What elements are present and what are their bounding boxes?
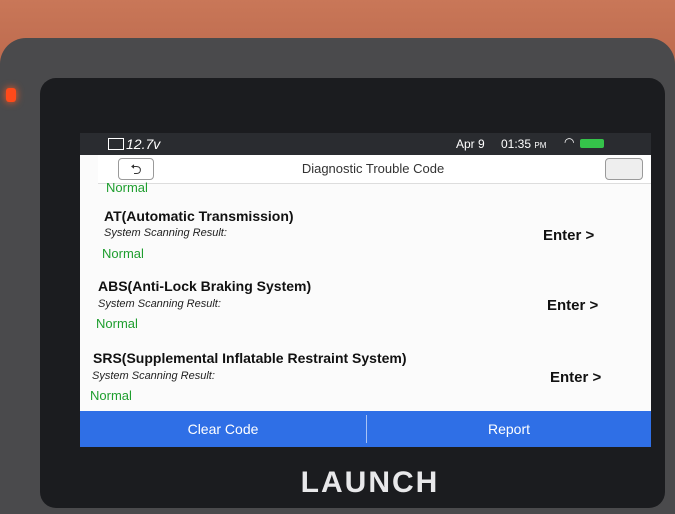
status-time: 01:35 PM	[501, 137, 547, 151]
result-label: System Scanning Result:	[92, 370, 215, 382]
diagnostic-screen: 12.7v Apr 9 01:35 PM ◠ ⮌ Diagnostic Trou…	[80, 133, 651, 447]
enter-button-at[interactable]: Enter >	[543, 227, 594, 244]
system-name: ABS(Anti-Lock Braking System)	[98, 278, 312, 294]
system-status: Normal	[90, 388, 132, 403]
clear-code-button[interactable]: Clear Code	[80, 411, 366, 447]
brand-logo: LAUNCH	[300, 466, 440, 499]
result-label: System Scanning Result:	[104, 227, 227, 239]
enter-button-abs[interactable]: Enter >	[547, 297, 598, 314]
report-button[interactable]: Report	[367, 411, 651, 447]
result-label: System Scanning Result:	[98, 298, 221, 310]
status-date: Apr 9	[456, 137, 485, 151]
system-name: AT(Automatic Transmission)	[104, 208, 294, 224]
title-bar: ⮌ Diagnostic Trouble Code	[98, 155, 651, 184]
system-status: Normal	[96, 316, 138, 331]
system-status: Normal	[102, 246, 144, 261]
system-name: SRS(Supplemental Inflatable Restraint Sy…	[93, 350, 407, 366]
status-bar: 12.7v Apr 9 01:35 PM ◠	[80, 133, 651, 155]
menu-button[interactable]	[605, 158, 643, 180]
system-list[interactable]: Normal AT(Automatic Transmission) System…	[80, 180, 651, 411]
enter-button-srs[interactable]: Enter >	[550, 369, 601, 386]
battery-icon	[580, 139, 604, 148]
voltage-readout: 12.7v	[126, 136, 161, 152]
wifi-icon: ◠	[564, 135, 575, 149]
vehicle-battery-icon	[108, 138, 124, 150]
back-button[interactable]: ⮌	[118, 158, 154, 180]
back-arrow-icon: ⮌	[130, 161, 142, 177]
page-title: Diagnostic Trouble Code	[301, 161, 445, 176]
action-bar: Clear Code Report	[80, 411, 651, 447]
power-led	[6, 88, 16, 102]
system-status: Normal	[106, 180, 148, 195]
